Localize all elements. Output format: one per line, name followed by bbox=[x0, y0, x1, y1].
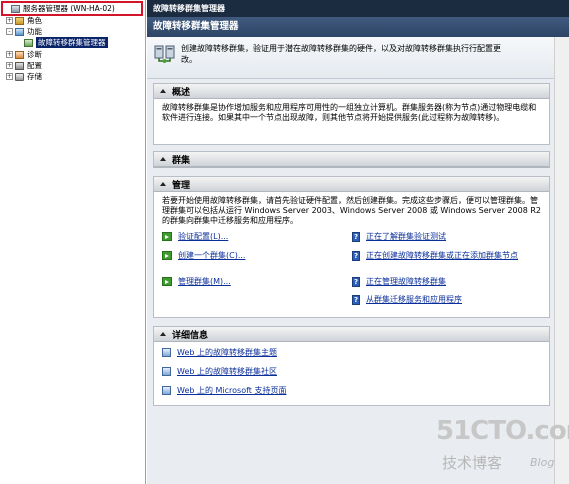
roles-icon bbox=[15, 16, 24, 25]
help-icon: ? bbox=[352, 232, 360, 242]
web-page-icon bbox=[162, 348, 171, 357]
expand-icon[interactable]: + bbox=[6, 73, 13, 80]
section-title: 群集 bbox=[172, 155, 191, 166]
tree-item-storage[interactable]: + 存储 bbox=[6, 71, 42, 82]
web-cluster-community-link[interactable]: Web 上的故障转移群集社区 bbox=[177, 367, 277, 377]
help-migrate-services[interactable]: ? 从群集迁移服务和应用程序 bbox=[352, 295, 462, 306]
section-title: 详细信息 bbox=[172, 330, 209, 341]
section-clusters-header[interactable]: 群集 bbox=[154, 152, 549, 167]
cluster-manager-icon bbox=[154, 45, 175, 63]
console-tree[interactable]: 服务器管理器 (WN-HA-02) + 角色 - 功能 故障转移群集管理器 + … bbox=[0, 0, 146, 484]
diagnostics-icon bbox=[15, 50, 24, 59]
intro-text: 创建故障转移群集，验证用于潜在故障转移群集的硬件，以及对故障转移群集执行行配置更… bbox=[181, 44, 501, 64]
web-link-item[interactable]: Web 上的故障转移群集社区 bbox=[162, 367, 277, 378]
section-manage: 管理 若要开始使用故障转移群集，请首先验证硬件配置，然后创建群集。完成这些步骤后… bbox=[153, 176, 550, 318]
expand-arrow-icon bbox=[160, 157, 166, 161]
collapse-arrow-icon bbox=[160, 89, 166, 93]
web-microsoft-support-link[interactable]: Web 上的 Microsoft 支持页面 bbox=[177, 386, 286, 396]
web-link-item[interactable]: Web 上的故障转移群集主题 bbox=[162, 348, 277, 359]
section-details-header[interactable]: 详细信息 bbox=[154, 327, 549, 342]
configuration-icon bbox=[15, 61, 24, 70]
watermark-logo: 51CTO.com bbox=[436, 416, 569, 446]
expand-icon[interactable]: + bbox=[6, 17, 13, 24]
cluster-manager-icon bbox=[24, 38, 33, 47]
web-page-icon bbox=[162, 367, 171, 376]
intro-banner: 创建故障转移群集，验证用于潜在故障转移群集的硬件，以及对故障转移群集执行行配置更… bbox=[147, 37, 554, 79]
help-create-cluster-link[interactable]: 正在创建故障转移群集或正在添加群集节点 bbox=[366, 251, 538, 261]
tree-item-failover-cluster-manager[interactable]: 故障转移群集管理器 bbox=[24, 37, 108, 48]
help-migrate-services-link[interactable]: 从群集迁移服务和应用程序 bbox=[366, 295, 462, 305]
overview-text: 故障转移群集是协作增加服务和应用程序可用性的一组独立计算机。群集服务器(称为节点… bbox=[162, 103, 537, 122]
details-pane: 故障转移群集管理器 故障转移群集管理器 创建故障转移群集，验证用于潜在故障转移群… bbox=[147, 0, 569, 484]
section-title: 概述 bbox=[172, 87, 191, 98]
help-validation-tests-link[interactable]: 正在了解群集验证测试 bbox=[366, 232, 446, 242]
tree-item-label: 诊断 bbox=[27, 50, 42, 59]
manage-text: 若要开始使用故障转移群集，请首先验证硬件配置，然后创建群集。完成这些步骤后，便可… bbox=[162, 196, 541, 225]
green-arrow-icon bbox=[162, 251, 172, 260]
tree-item-features[interactable]: - 功能 bbox=[6, 26, 42, 37]
page-title: 故障转移群集管理器 bbox=[147, 17, 569, 37]
help-icon: ? bbox=[352, 277, 360, 287]
help-manage-cluster[interactable]: ? 正在管理故障转移群集 bbox=[352, 277, 446, 288]
pane-header: 故障转移群集管理器 bbox=[147, 0, 569, 17]
expand-icon[interactable]: + bbox=[6, 51, 13, 58]
help-create-cluster[interactable]: ? 正在创建故障转移群集或正在添加群集节点 bbox=[352, 251, 542, 273]
validate-configuration-link[interactable]: 验证配置(L)... bbox=[178, 232, 228, 242]
create-cluster-link[interactable]: 创建一个群集(C)... bbox=[178, 251, 245, 261]
manage-actions: 验证配置(L)... 创建一个群集(C)... 管理群集(M)... ? 正在了… bbox=[154, 226, 549, 311]
section-manage-header[interactable]: 管理 bbox=[154, 177, 549, 192]
annotation-highlight-box bbox=[1, 1, 143, 16]
watermark-subtitle: 技术博客 bbox=[442, 454, 503, 472]
details-links: Web 上的故障转移群集主题 Web 上的故障转移群集社区 Web 上的 Mic… bbox=[154, 342, 549, 404]
expand-icon[interactable]: + bbox=[6, 62, 13, 69]
tree-item-diagnostics[interactable]: + 诊断 bbox=[6, 49, 42, 60]
help-icon: ? bbox=[352, 251, 360, 261]
section-details: 详细信息 Web 上的故障转移群集主题 Web 上的故障转移群集社区 Web 上… bbox=[153, 326, 550, 406]
tree-item-label: 存储 bbox=[27, 72, 42, 81]
web-link-item[interactable]: Web 上的 Microsoft 支持页面 bbox=[162, 386, 286, 397]
section-clusters: 群集 bbox=[153, 151, 550, 168]
tree-item-roles[interactable]: + 角色 bbox=[6, 15, 42, 26]
help-manage-cluster-link[interactable]: 正在管理故障转移群集 bbox=[366, 277, 446, 287]
tree-item-label: 故障转移群集管理器 bbox=[36, 37, 108, 48]
features-icon bbox=[15, 27, 24, 36]
manage-cluster-link[interactable]: 管理群集(M)... bbox=[178, 277, 231, 287]
green-arrow-icon bbox=[162, 277, 172, 286]
create-cluster-action[interactable]: 创建一个群集(C)... bbox=[162, 251, 245, 262]
section-title: 管理 bbox=[172, 180, 191, 191]
storage-icon bbox=[15, 72, 24, 81]
collapse-icon[interactable]: - bbox=[6, 28, 13, 35]
watermark-blog: Blog bbox=[530, 456, 555, 469]
section-overview: 概述 故障转移群集是协作增加服务和应用程序可用性的一组独立计算机。群集服务器(称… bbox=[153, 83, 550, 145]
web-page-icon bbox=[162, 386, 171, 395]
green-arrow-icon bbox=[162, 232, 172, 241]
validate-configuration-action[interactable]: 验证配置(L)... bbox=[162, 232, 228, 243]
web-cluster-topics-link[interactable]: Web 上的故障转移群集主题 bbox=[177, 348, 277, 358]
help-validation-tests[interactable]: ? 正在了解群集验证测试 bbox=[352, 232, 446, 243]
tree-item-configuration[interactable]: + 配置 bbox=[6, 60, 42, 71]
tree-item-label: 功能 bbox=[27, 27, 42, 36]
collapse-arrow-icon bbox=[160, 332, 166, 336]
collapse-arrow-icon bbox=[160, 182, 166, 186]
tree-item-label: 配置 bbox=[27, 61, 42, 70]
help-icon: ? bbox=[352, 295, 360, 305]
section-overview-header[interactable]: 概述 bbox=[154, 84, 549, 99]
tree-item-label: 角色 bbox=[27, 16, 42, 25]
manage-cluster-action[interactable]: 管理群集(M)... bbox=[162, 277, 231, 288]
